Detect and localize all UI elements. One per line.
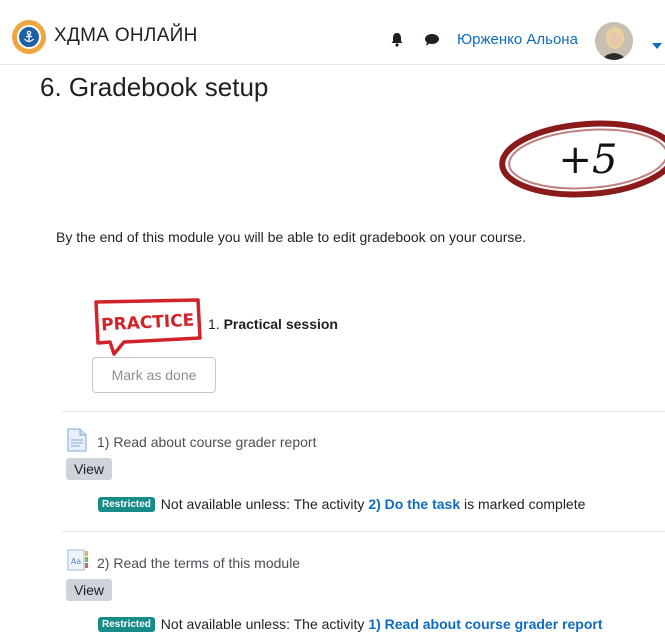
plus-five-stamp: +5 [498, 118, 665, 205]
session-title[interactable]: 1. Practical session [208, 316, 338, 332]
view-button[interactable]: View [66, 458, 112, 480]
site-name[interactable]: ХДМА ОНЛАЙН [54, 25, 198, 47]
restriction-note: Restricted Not available unless: The act… [98, 496, 585, 512]
chevron-down-icon[interactable] [652, 36, 662, 54]
page-document-icon [66, 428, 88, 457]
view-button[interactable]: View [66, 579, 112, 601]
anchor-icon [24, 30, 34, 43]
svg-text:Aa: Aa [71, 557, 81, 566]
module-intro: By the end of this module you will be ab… [56, 229, 527, 245]
page-title: 6. Gradebook setup [40, 72, 269, 102]
avatar[interactable] [595, 22, 633, 60]
bell-icon[interactable] [390, 32, 404, 52]
glossary-icon: Aa [66, 548, 90, 577]
divider [62, 531, 665, 532]
user-name[interactable]: Юрженко Альона [457, 31, 578, 48]
practice-icon[interactable]: PRACTICE [92, 298, 204, 361]
session-number: 1. [208, 316, 220, 332]
activity-link[interactable]: 2) Read the terms of this module [97, 555, 300, 571]
restricted-badge: Restricted [98, 497, 155, 512]
session-name: Practical session [223, 316, 338, 332]
activity-link[interactable]: 1) Read about course grader report [97, 434, 316, 450]
chat-bubble-icon[interactable] [424, 33, 440, 52]
restriction-activity-link[interactable]: 2) Do the task [368, 496, 460, 512]
stamp-text: +5 [559, 137, 618, 183]
site-logo-icon[interactable] [12, 20, 46, 54]
top-navbar: ХДМА ОНЛАЙН Юрженко Альона [0, 0, 665, 65]
mark-as-done-button[interactable]: Mark as done [92, 357, 216, 393]
divider [62, 411, 665, 412]
